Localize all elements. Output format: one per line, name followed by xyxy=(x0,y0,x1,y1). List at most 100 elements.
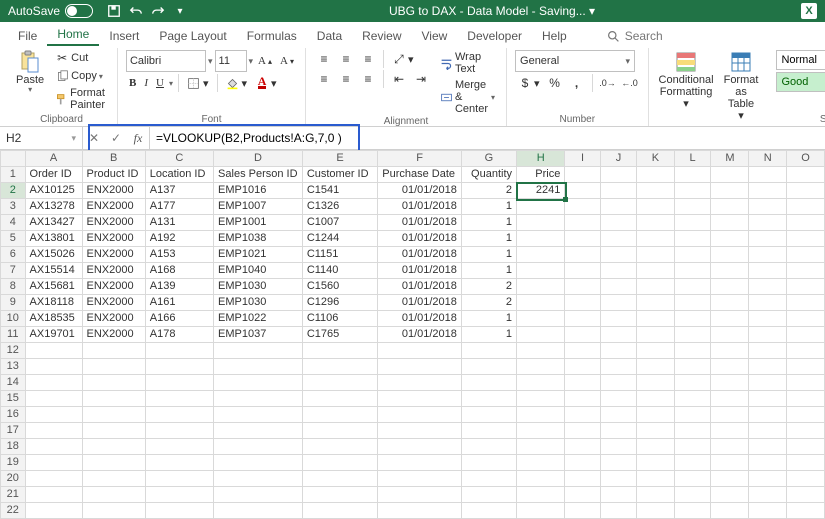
cell-N7[interactable] xyxy=(749,263,787,279)
cell-E8[interactable]: C1560 xyxy=(302,279,377,295)
cell-E2[interactable]: C1541 xyxy=(302,183,377,199)
cell-O17[interactable] xyxy=(787,423,825,439)
row-header-21[interactable]: 21 xyxy=(1,487,26,503)
cell-O1[interactable] xyxy=(787,167,825,183)
cell-D22[interactable] xyxy=(214,503,303,519)
column-header-B[interactable]: B xyxy=(82,151,145,167)
cell-L21[interactable] xyxy=(674,487,711,503)
cell-I21[interactable] xyxy=(565,487,600,503)
borders-button[interactable]: ▾ xyxy=(184,75,212,91)
cell-H18[interactable] xyxy=(517,439,565,455)
cell-K1[interactable] xyxy=(637,167,674,183)
cell-C11[interactable]: A178 xyxy=(145,327,213,343)
cell-A15[interactable] xyxy=(25,391,82,407)
column-header-G[interactable]: G xyxy=(461,151,516,167)
cell-A4[interactable]: AX13427 xyxy=(25,215,82,231)
cell-B8[interactable]: ENX2000 xyxy=(82,279,145,295)
cell-C1[interactable]: Location ID xyxy=(145,167,213,183)
cell-N16[interactable] xyxy=(749,407,787,423)
cell-A21[interactable] xyxy=(25,487,82,503)
cell-F3[interactable]: 01/01/2018 xyxy=(378,199,462,215)
font-color-button[interactable]: A▾ xyxy=(252,75,280,91)
cell-L17[interactable] xyxy=(674,423,711,439)
format-painter-button[interactable]: Format Painter xyxy=(52,86,109,112)
cell-K7[interactable] xyxy=(637,263,674,279)
cell-J2[interactable] xyxy=(600,183,637,199)
cell-L9[interactable] xyxy=(674,295,711,311)
redo-icon[interactable] xyxy=(150,3,166,19)
cell-K13[interactable] xyxy=(637,359,674,375)
cell-B19[interactable] xyxy=(82,455,145,471)
tab-insert[interactable]: Insert xyxy=(99,26,149,46)
cell-C18[interactable] xyxy=(145,439,213,455)
cell-N22[interactable] xyxy=(749,503,787,519)
cell-I14[interactable] xyxy=(565,375,600,391)
cell-G11[interactable]: 1 xyxy=(461,327,516,343)
cell-N17[interactable] xyxy=(749,423,787,439)
cell-M21[interactable] xyxy=(711,487,749,503)
cell-E21[interactable] xyxy=(302,487,377,503)
cell-G16[interactable] xyxy=(461,407,516,423)
cell-L10[interactable] xyxy=(674,311,711,327)
cell-D2[interactable]: EMP1016 xyxy=(214,183,303,199)
worksheet-grid[interactable]: ABCDEFGHIJKLMNO1Order IDProduct IDLocati… xyxy=(0,150,825,519)
cell-N6[interactable] xyxy=(749,247,787,263)
cell-C6[interactable]: A153 xyxy=(145,247,213,263)
align-right-button[interactable]: ≡ xyxy=(358,71,378,87)
cell-C17[interactable] xyxy=(145,423,213,439)
cell-F12[interactable] xyxy=(378,343,462,359)
cell-E4[interactable]: C1007 xyxy=(302,215,377,231)
cell-M8[interactable] xyxy=(711,279,749,295)
cell-G18[interactable] xyxy=(461,439,516,455)
select-all-cell[interactable] xyxy=(1,151,26,167)
cell-J13[interactable] xyxy=(600,359,637,375)
cell-G12[interactable] xyxy=(461,343,516,359)
cut-button[interactable]: ✂ Cut xyxy=(52,50,109,66)
cell-I16[interactable] xyxy=(565,407,600,423)
cell-M2[interactable] xyxy=(711,183,749,199)
cell-M15[interactable] xyxy=(711,391,749,407)
cell-I20[interactable] xyxy=(565,471,600,487)
cell-E6[interactable]: C1151 xyxy=(302,247,377,263)
row-header-3[interactable]: 3 xyxy=(1,199,26,215)
cell-K4[interactable] xyxy=(637,215,674,231)
tab-formulas[interactable]: Formulas xyxy=(237,26,307,46)
row-header-19[interactable]: 19 xyxy=(1,455,26,471)
orientation-button[interactable]: ⤢▾ xyxy=(389,51,417,67)
cell-N11[interactable] xyxy=(749,327,787,343)
cell-D20[interactable] xyxy=(214,471,303,487)
bold-button[interactable]: B xyxy=(126,76,139,90)
cell-J6[interactable] xyxy=(600,247,637,263)
cell-O6[interactable] xyxy=(787,247,825,263)
cell-K17[interactable] xyxy=(637,423,674,439)
tab-view[interactable]: View xyxy=(412,26,458,46)
column-header-A[interactable]: A xyxy=(25,151,82,167)
cell-O22[interactable] xyxy=(787,503,825,519)
cell-H15[interactable] xyxy=(517,391,565,407)
cell-B12[interactable] xyxy=(82,343,145,359)
cell-B13[interactable] xyxy=(82,359,145,375)
row-header-1[interactable]: 1 xyxy=(1,167,26,183)
tell-me-search[interactable]: Search xyxy=(597,26,673,46)
cell-G21[interactable] xyxy=(461,487,516,503)
cell-L6[interactable] xyxy=(674,247,711,263)
cell-L22[interactable] xyxy=(674,503,711,519)
cell-L16[interactable] xyxy=(674,407,711,423)
cell-D9[interactable]: EMP1030 xyxy=(214,295,303,311)
cell-C20[interactable] xyxy=(145,471,213,487)
cell-E19[interactable] xyxy=(302,455,377,471)
cell-C9[interactable]: A161 xyxy=(145,295,213,311)
cell-O11[interactable] xyxy=(787,327,825,343)
cell-B10[interactable]: ENX2000 xyxy=(82,311,145,327)
cell-J11[interactable] xyxy=(600,327,637,343)
row-header-4[interactable]: 4 xyxy=(1,215,26,231)
cancel-formula-button[interactable]: ✕ xyxy=(83,127,105,149)
tab-developer[interactable]: Developer xyxy=(457,26,532,46)
cell-O9[interactable] xyxy=(787,295,825,311)
cell-L5[interactable] xyxy=(674,231,711,247)
cell-B2[interactable]: ENX2000 xyxy=(82,183,145,199)
cell-O10[interactable] xyxy=(787,311,825,327)
align-middle-button[interactable]: ≡ xyxy=(336,51,356,67)
cell-I15[interactable] xyxy=(565,391,600,407)
cell-J21[interactable] xyxy=(600,487,637,503)
